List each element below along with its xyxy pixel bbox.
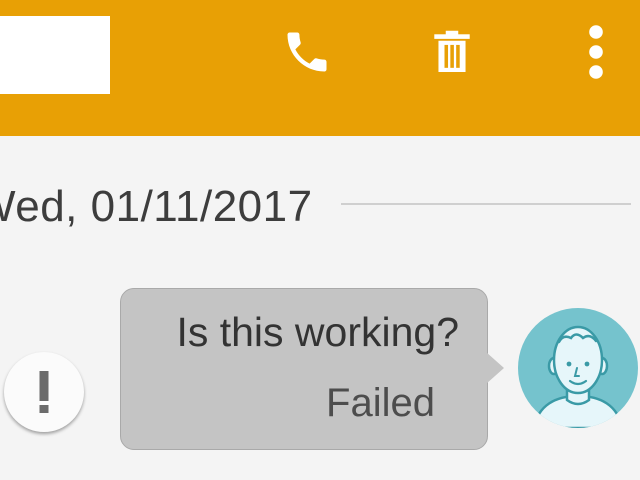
- delete-button[interactable]: [420, 20, 484, 84]
- call-button[interactable]: [275, 20, 339, 84]
- divider-line: [341, 203, 631, 205]
- phone-icon: [287, 32, 327, 72]
- app-toolbar: [0, 0, 640, 136]
- message-status: Failed: [326, 381, 435, 425]
- more-options-button[interactable]: [564, 20, 628, 84]
- contact-avatar[interactable]: [518, 308, 638, 428]
- contact-avatar-icon: [532, 325, 624, 428]
- date-label: Wed, 01/11/2017: [0, 182, 313, 231]
- resend-error-button[interactable]: [4, 352, 84, 432]
- message-bubble[interactable]: Is this working? Failed: [120, 288, 488, 450]
- message-text: Is this working?: [176, 309, 459, 355]
- exclamation-icon: [39, 371, 49, 413]
- date-divider: Wed, 01/11/2017: [0, 172, 640, 242]
- trash-icon: [434, 30, 470, 72]
- conversation-title[interactable]: [0, 16, 110, 94]
- bubble-tail: [486, 352, 504, 384]
- more-vert-icon: [589, 25, 603, 79]
